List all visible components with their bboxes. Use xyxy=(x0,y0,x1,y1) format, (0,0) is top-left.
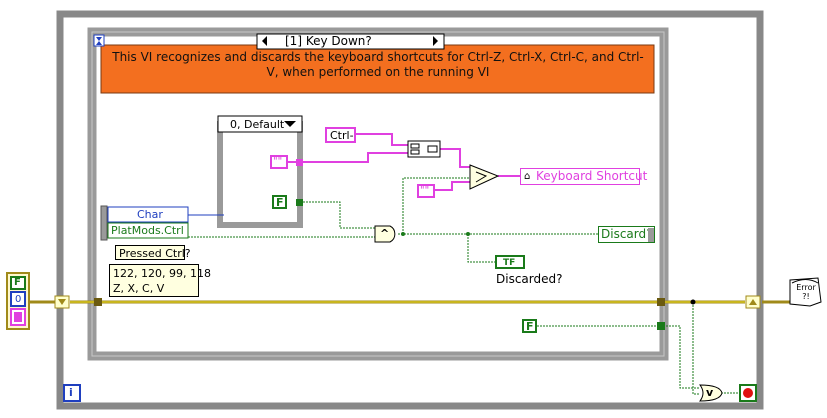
and-gate-symbol: ^ xyxy=(380,227,390,240)
wire-junction-bool-2 xyxy=(466,232,470,236)
ascii-note-line1: 122, 120, 99, 118 xyxy=(113,267,211,280)
empty-string-constant-case[interactable]: "" xyxy=(270,155,288,169)
tunnel-string xyxy=(296,159,303,166)
wire-case-bool xyxy=(300,201,375,229)
error-icon-text: Error ?! xyxy=(796,283,816,301)
house-icon: ⌂ xyxy=(524,171,531,182)
keyboard-shortcut-local[interactable]: ⌂ Keyboard Shortcut xyxy=(520,168,647,185)
event-selector-label: [1] Key Down? xyxy=(285,34,372,48)
tunnel-bool-out xyxy=(657,322,665,330)
discarded-indicator[interactable]: TF xyxy=(495,255,525,269)
case-selector-label: 0, Default xyxy=(230,118,285,131)
false-constant-right[interactable]: F xyxy=(522,319,537,333)
wire-empty-to-select xyxy=(434,181,470,191)
wire-concat-out xyxy=(440,148,470,168)
shift-register-left[interactable] xyxy=(54,295,70,309)
false-constant-case[interactable]: F xyxy=(272,195,287,209)
case-structure-frame[interactable] xyxy=(217,115,303,228)
discarded-label: Discarded? xyxy=(496,272,563,286)
tunnel-error-in xyxy=(94,298,102,306)
wire-junction-bool xyxy=(401,232,405,236)
discard-terminal-handle xyxy=(648,228,654,242)
select-node[interactable] xyxy=(469,164,500,190)
tunnel-bool xyxy=(296,199,303,206)
discard-terminal[interactable]: Discard? xyxy=(598,226,655,243)
comment-text: This VI recognizes and discards the keyb… xyxy=(112,50,644,79)
wire-to-discarded xyxy=(467,234,495,263)
pressed-ctrl-label-box: Pressed Ctrl? xyxy=(115,245,191,260)
wire-junction xyxy=(690,299,696,305)
wire-string-ctrl xyxy=(356,133,408,146)
ctrl-string-constant[interactable]: Ctrl- xyxy=(325,127,356,143)
wire-string-empty xyxy=(288,152,408,163)
event-data-platmods[interactable]: PlatMods.Ctrl xyxy=(111,224,184,237)
iteration-label: i xyxy=(69,386,73,399)
hourglass-icon xyxy=(93,34,105,47)
empty-string-constant[interactable]: "" xyxy=(417,184,435,198)
ascii-note-line2: Z, X, C, V xyxy=(113,282,165,295)
concatenate-strings-node[interactable] xyxy=(407,140,441,158)
event-data-char[interactable]: Char xyxy=(137,208,163,221)
stop-terminal[interactable] xyxy=(739,384,757,402)
pressed-ctrl-label: Pressed Ctrl? xyxy=(119,247,191,260)
shift-register-right[interactable] xyxy=(745,295,761,309)
wire-to-select xyxy=(402,177,470,234)
ascii-note: 122, 120, 99, 118 Z, X, C, V xyxy=(109,264,211,297)
left-numeric-label: 0 xyxy=(15,294,22,305)
or-gate-symbol: v xyxy=(706,386,714,399)
left-false-label: F xyxy=(14,277,21,288)
wire-error-to-or xyxy=(692,302,700,395)
tunnel-error-out xyxy=(657,298,665,306)
